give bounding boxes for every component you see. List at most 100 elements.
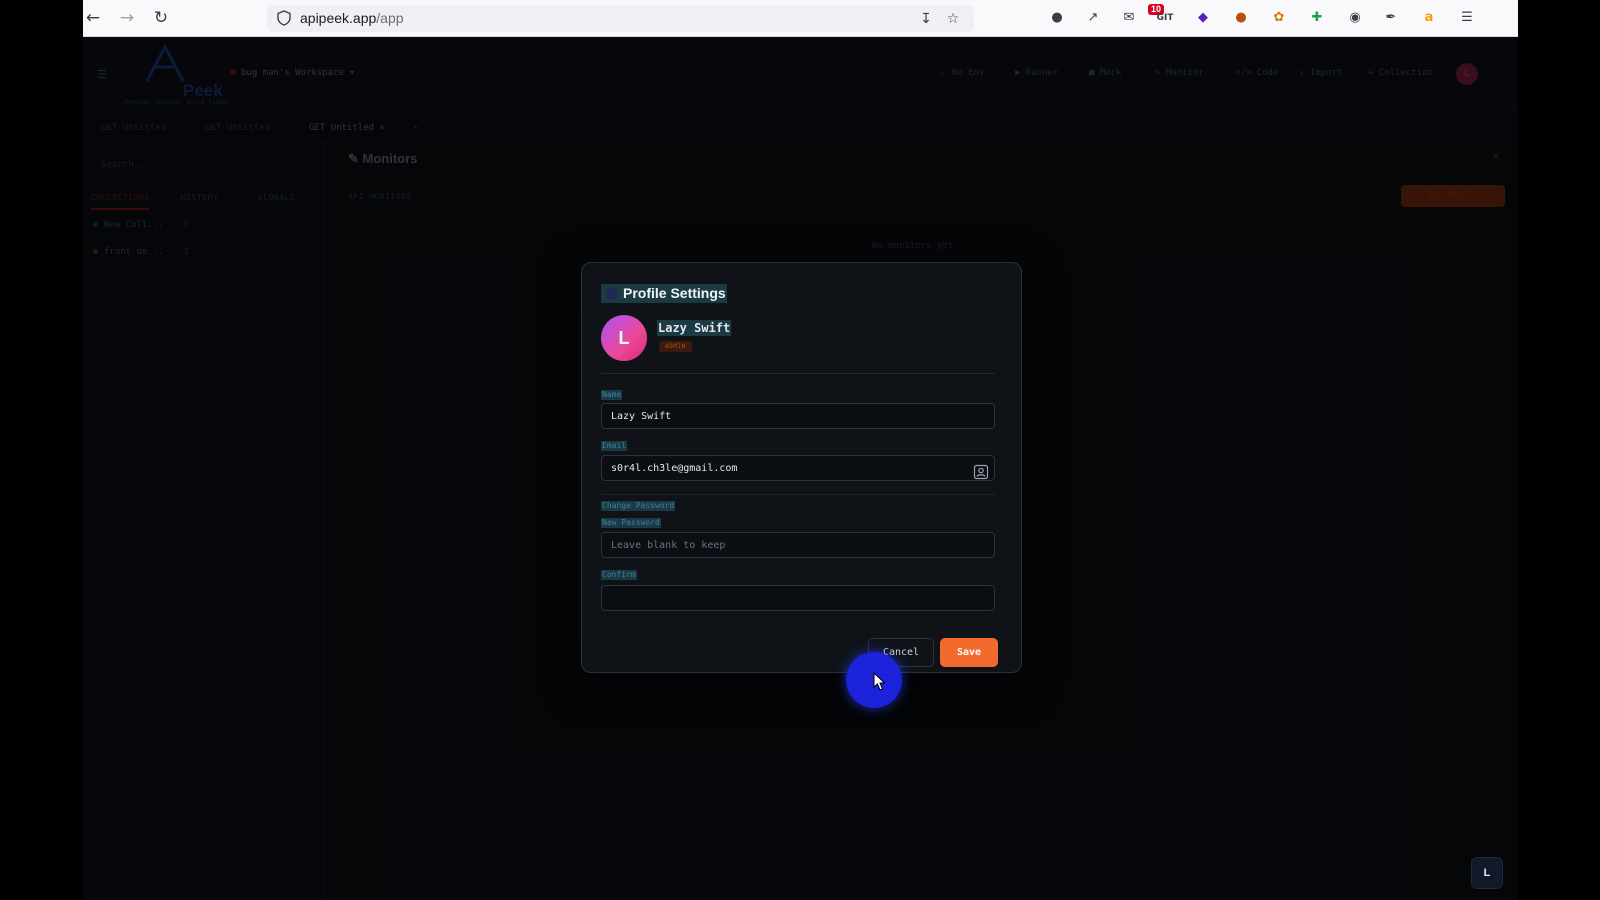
hamburger-icon[interactable]: ☰	[97, 68, 107, 81]
name-label: Name	[601, 390, 623, 400]
email-field[interactable]	[601, 455, 995, 481]
workspace-name: bug man's Workspace	[241, 68, 344, 78]
corner-user-avatar[interactable]: L	[1471, 857, 1503, 889]
plus-extension-icon[interactable]: ✚	[1307, 8, 1327, 28]
tab-collections[interactable]: COLLECTIONS	[91, 193, 150, 210]
request-method: GET	[205, 123, 222, 133]
logo-text: Peek	[183, 81, 223, 100]
url-bar[interactable]: apipeek.app/app ↧ ☆	[267, 5, 974, 32]
collection-button[interactable]: + Collection	[1368, 68, 1433, 78]
save-button[interactable]: Save	[940, 638, 998, 667]
request-tab[interactable]: GET Untitled	[205, 123, 270, 133]
globe-extension-icon[interactable]: ●	[1047, 8, 1067, 28]
user-avatar[interactable]: L	[1456, 63, 1478, 85]
empty-state-text: No monitors yet.	[872, 241, 959, 251]
mouse-cursor-icon	[873, 672, 886, 691]
amazon-extension-icon[interactable]: a	[1419, 8, 1439, 28]
change-password-label: Change Password	[601, 501, 676, 511]
monitors-title-text: Monitors	[362, 151, 418, 166]
request-tabs: GET Untitled GET Untitled GET Untitled ×…	[83, 111, 1518, 143]
avatar: L	[601, 315, 647, 361]
email-label: Email	[601, 441, 628, 451]
url-text: apipeek.app/app	[300, 10, 404, 26]
profile-display-name: Lazy Swift	[657, 320, 732, 336]
collection-name: New Coll...	[104, 220, 164, 230]
tab-history[interactable]: HISTORY	[181, 193, 218, 202]
import-button[interactable]: ↓ Import	[1299, 68, 1342, 78]
mock-label: Mock	[1099, 68, 1122, 78]
shield-icon	[277, 10, 291, 26]
workspace-dot-icon	[230, 69, 236, 75]
forward-arrow-icon[interactable]: →	[117, 8, 137, 28]
import-label: Import	[1309, 68, 1343, 78]
name-field[interactable]	[601, 403, 995, 429]
collection-count: 0	[183, 220, 189, 230]
request-method: GET	[309, 123, 326, 133]
request-method: GET	[101, 123, 118, 133]
request-tab-active[interactable]: GET Untitled ×	[309, 123, 385, 133]
confirm-password-field[interactable]	[601, 585, 995, 611]
mock-button[interactable]: ■ Mock	[1089, 68, 1122, 78]
modal-title-text: Profile Settings	[623, 285, 726, 301]
runner-button[interactable]: ▶ Runner	[1015, 68, 1058, 78]
new-password-field[interactable]	[601, 532, 995, 558]
monitor-button[interactable]: ✎ Monitor	[1155, 68, 1204, 78]
flame-extension-icon[interactable]: ●	[1231, 8, 1251, 28]
request-tab-label: Untitled	[226, 123, 271, 133]
app-header: ☰ Peek Preview smarter. build faster. bu…	[83, 37, 1518, 111]
collection-label: Collection	[1378, 68, 1434, 78]
left-letterbox	[0, 0, 83, 900]
collection-item[interactable]: front de... 3	[93, 247, 188, 257]
sidebar: Search... COLLECTIONS HISTORY GLOBALS Ne…	[83, 143, 325, 900]
url-host: apipeek.app	[300, 10, 377, 26]
download-page-icon[interactable]: ↧	[917, 10, 935, 28]
cookie-extension-icon[interactable]: ◉	[1345, 8, 1365, 28]
logo-tagline: Preview smarter. build faster.	[125, 99, 234, 106]
new-monitor-button[interactable]: + New Monitor	[1401, 185, 1505, 207]
monitor-label: Monitor	[1165, 68, 1204, 78]
app-background: ☰ Peek Preview smarter. build faster. bu…	[83, 37, 1518, 900]
collection-dot-icon	[93, 222, 98, 227]
sidebar-search-input[interactable]: Search...	[95, 153, 315, 177]
runner-label: Runner	[1025, 68, 1059, 78]
new-password-label: New Password	[601, 518, 661, 528]
confirm-label: Confirm	[601, 570, 637, 580]
share-extension-icon[interactable]: ↗	[1083, 8, 1103, 28]
logo-icon	[145, 43, 185, 82]
back-arrow-icon[interactable]: ←	[83, 8, 103, 28]
contact-card-icon[interactable]	[973, 464, 989, 480]
modal-title: Profile Settings	[601, 284, 727, 303]
profile-icon	[607, 288, 617, 299]
divider	[601, 373, 995, 374]
request-tab-label: Untitled	[330, 123, 375, 133]
collection-name: front de...	[104, 247, 164, 257]
monitor-pen-icon: ✎	[348, 151, 359, 166]
add-tab-button[interactable]: +	[413, 123, 418, 133]
bookmark-star-icon[interactable]: ☆	[944, 10, 962, 28]
diamond-extension-icon[interactable]: ◆	[1193, 8, 1213, 28]
reload-icon[interactable]: ↻	[151, 8, 171, 28]
env-selector[interactable]: ☉ No Env	[941, 68, 984, 78]
squirrel-extension-icon[interactable]: ✿	[1269, 8, 1289, 28]
url-path: /app	[376, 10, 404, 26]
section-label: API MONITORS	[348, 192, 412, 201]
menu-icon[interactable]: ☰	[1457, 8, 1477, 28]
close-icon[interactable]: ×	[1492, 149, 1499, 163]
collection-item[interactable]: New Coll... 0	[93, 220, 188, 230]
env-label: No Env	[951, 68, 985, 78]
code-button[interactable]: </> Code	[1235, 68, 1278, 78]
tab-globals[interactable]: GLOBALS	[258, 193, 295, 202]
code-label: Code	[1256, 68, 1279, 78]
mail-extension-icon[interactable]: ✉	[1119, 8, 1139, 28]
role-badge: ADMIN	[659, 341, 692, 352]
right-letterbox	[1518, 0, 1600, 900]
feather-extension-icon[interactable]: ✒	[1381, 8, 1401, 28]
request-tab[interactable]: GET Untitled	[101, 123, 166, 133]
collection-count: 3	[183, 247, 189, 257]
workspace-selector[interactable]: bug man's Workspace ▾	[230, 68, 355, 78]
collection-dot-icon	[93, 249, 98, 254]
profile-settings-modal: Profile Settings L Lazy Swift ADMIN Name…	[581, 262, 1022, 673]
browser-toolbar: ← → ↻ apipeek.app/app ↧ ☆ ● ↗ ✉ 10 GIT ◆…	[83, 0, 1518, 37]
browser-window: ← → ↻ apipeek.app/app ↧ ☆ ● ↗ ✉ 10 GIT ◆…	[83, 0, 1518, 900]
git-extension-icon[interactable]: GIT	[1155, 8, 1175, 28]
